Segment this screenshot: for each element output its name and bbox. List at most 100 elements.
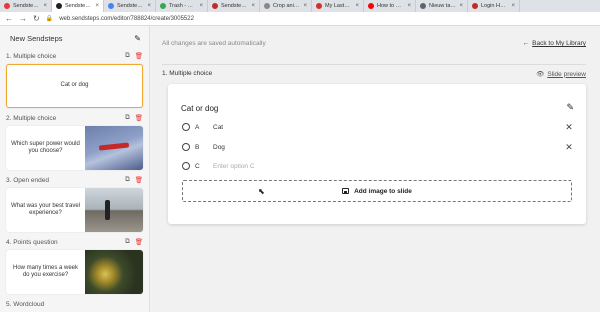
tab-label: Login Hogeschool [481, 3, 508, 9]
tab-favicon-icon [264, 3, 270, 9]
browser-tab[interactable]: Sendsteps Web× [208, 0, 260, 12]
tab-close-icon[interactable]: × [43, 3, 47, 9]
back-arrow-icon[interactable]: ← [5, 14, 13, 23]
tab-close-icon[interactable]: × [95, 3, 99, 9]
tab-favicon-icon [160, 3, 166, 9]
slide-thumbnail-text: What was your best travel experience? [10, 202, 81, 217]
delete-slide-trash-icon[interactable]: 🗑 [135, 238, 143, 246]
slide-heading: 3. Open ended [6, 176, 50, 184]
lock-icon[interactable]: 🔒 [46, 15, 53, 22]
forward-arrow-icon[interactable]: → [19, 14, 27, 23]
tab-close-icon[interactable]: × [407, 3, 411, 9]
section-title: 1. Multiple choice [162, 70, 213, 77]
reload-icon[interactable]: ↻ [33, 14, 40, 23]
slide-heading: 5. Wordcloud [6, 300, 45, 308]
slide-preview-label: Slide preview [547, 70, 586, 78]
delete-slide-trash-icon[interactable]: 🗑 [135, 114, 143, 122]
slide-thumbnail[interactable]: Which super power would you choose? [6, 126, 143, 170]
slide-heading-row: 3. Open ended ⧉ 🗑 [0, 174, 149, 186]
option-c-letter: C [195, 162, 200, 170]
slide-heading-row: 2. Multiple choice ⧉ 🗑 [0, 112, 149, 124]
duplicate-slide-copy-icon[interactable]: ⧉ [125, 238, 130, 246]
slide-actions: ⧉ 🗑 [125, 238, 143, 246]
tab-close-icon[interactable]: × [147, 3, 151, 9]
edit-title-pencil-icon[interactable]: ✎ [134, 34, 141, 43]
tab-favicon-icon [420, 3, 426, 9]
slide-actions: ⧉ 🗑 [125, 176, 143, 184]
slide-thumbnail-text: Cat or dog [60, 82, 89, 89]
browser-tab[interactable]: Sendsteps - Inter× [0, 0, 52, 12]
slide-heading-row: 5. Wordcloud [0, 298, 149, 310]
delete-slide-trash-icon[interactable]: 🗑 [135, 52, 143, 60]
slide-thumbnail-text: How many times a week do you exercise? [12, 264, 79, 279]
slide-thumbnail[interactable]: How many times a week do you exercise? [6, 250, 143, 294]
slide-thumbnail-image [85, 250, 143, 294]
browser-tab[interactable]: Nieuw tabblad× [416, 0, 468, 12]
tab-label: Sendsteps Web [65, 3, 92, 9]
tab-label: Nieuw tabblad [429, 3, 457, 9]
slide-thumbnail-text: Which super power would you choose? [11, 140, 80, 155]
option-b-input[interactable]: Dog [213, 144, 564, 151]
tab-label: Trash - Awesome [169, 3, 196, 9]
tab-favicon-icon [108, 3, 114, 9]
tab-label: Sendsteps Web [117, 3, 144, 9]
add-image-label: Add image to slide [354, 187, 412, 195]
browser-tab[interactable]: Trash - Awesome× [156, 0, 208, 12]
duplicate-slide-copy-icon[interactable]: ⧉ [125, 52, 130, 60]
slide-thumbnail[interactable]: Cat or dog [6, 64, 143, 108]
presentation-title: New Sendsteps [10, 33, 63, 43]
duplicate-slide-copy-icon[interactable]: ⧉ [125, 176, 130, 184]
slide-heading: 1. Multiple choice [6, 52, 57, 60]
option-a-radio[interactable] [182, 123, 190, 131]
tab-close-icon[interactable]: × [251, 3, 255, 9]
tab-label: Sendsteps Web [221, 3, 248, 9]
question-title[interactable]: Cat or dog [181, 104, 218, 113]
slide-thumbnail-image [85, 188, 143, 232]
duplicate-slide-copy-icon[interactable]: ⧉ [125, 114, 130, 122]
option-a-input[interactable]: Cat [213, 124, 564, 131]
option-c-row: C Enter option C [182, 159, 574, 173]
remove-option-b-close-icon[interactable]: ✕ [564, 142, 574, 153]
slide-preview-link[interactable]: 👁 Slide preview [536, 70, 586, 79]
tab-close-icon[interactable]: × [511, 3, 515, 9]
option-b-radio[interactable] [182, 143, 190, 151]
option-c-radio[interactable] [182, 162, 190, 170]
browser-address-bar: ← → ↻ 🔒 web.sendsteps.com/editor/788824/… [0, 12, 600, 26]
back-to-library-link[interactable]: ← Back to My Library [523, 40, 586, 47]
option-c-input[interactable]: Enter option C [213, 163, 574, 170]
slide-heading-row: 1. Multiple choice ⧉ 🗑 [0, 50, 149, 62]
add-image-button[interactable]: Add image to slide [182, 180, 572, 202]
edit-question-pencil-icon[interactable]: ✎ [566, 102, 574, 113]
browser-tab[interactable]: My LastPass Va× [312, 0, 364, 12]
back-link-label: Back to My Library [532, 40, 586, 47]
browser-tab[interactable]: Crop animated× [260, 0, 312, 12]
mouse-cursor-icon: ⬉ [258, 187, 265, 196]
slide-heading-row: 4. Points question ⧉ 🗑 [0, 236, 149, 248]
delete-slide-trash-icon[interactable]: 🗑 [135, 176, 143, 184]
slide-list: 1. Multiple choice ⧉ 🗑 Cat or dog 2. Multipl… [0, 50, 149, 310]
slide-heading: 2. Multiple choice [6, 114, 57, 122]
tab-close-icon[interactable]: × [459, 3, 463, 9]
option-b-letter: B [195, 143, 200, 151]
slide-thumbnail[interactable]: What was your best travel experience? [6, 188, 143, 232]
tab-close-icon[interactable]: × [199, 3, 203, 9]
save-status-text: All changes are saved automatically [162, 40, 266, 47]
browser-tab[interactable]: How to Screen× [364, 0, 416, 12]
tab-close-icon[interactable]: × [355, 3, 359, 9]
slide-actions: ⧉ 🗑 [125, 114, 143, 122]
browser-tab[interactable]: Sendsteps Web× [104, 0, 156, 12]
tab-close-icon[interactable]: × [303, 3, 307, 9]
remove-option-a-close-icon[interactable]: ✕ [564, 122, 574, 133]
tab-favicon-icon [56, 3, 62, 9]
tab-favicon-icon [472, 3, 478, 9]
tab-favicon-icon [4, 3, 10, 9]
header-divider [162, 64, 586, 65]
browser-tab[interactable]: Sendsteps Web× [52, 0, 104, 12]
url-field[interactable]: web.sendsteps.com/editor/788824/create/3… [59, 16, 194, 22]
tab-label: Sendsteps - Inter [13, 3, 40, 9]
eye-icon: 👁 [536, 71, 545, 78]
browser-tab-strip: Sendsteps - Inter×Sendsteps Web×Sendstep… [0, 0, 600, 12]
tab-label: My LastPass Va [325, 3, 352, 9]
browser-tab[interactable]: Login Hogeschool× [468, 0, 520, 12]
tab-label: How to Screen [377, 3, 404, 9]
